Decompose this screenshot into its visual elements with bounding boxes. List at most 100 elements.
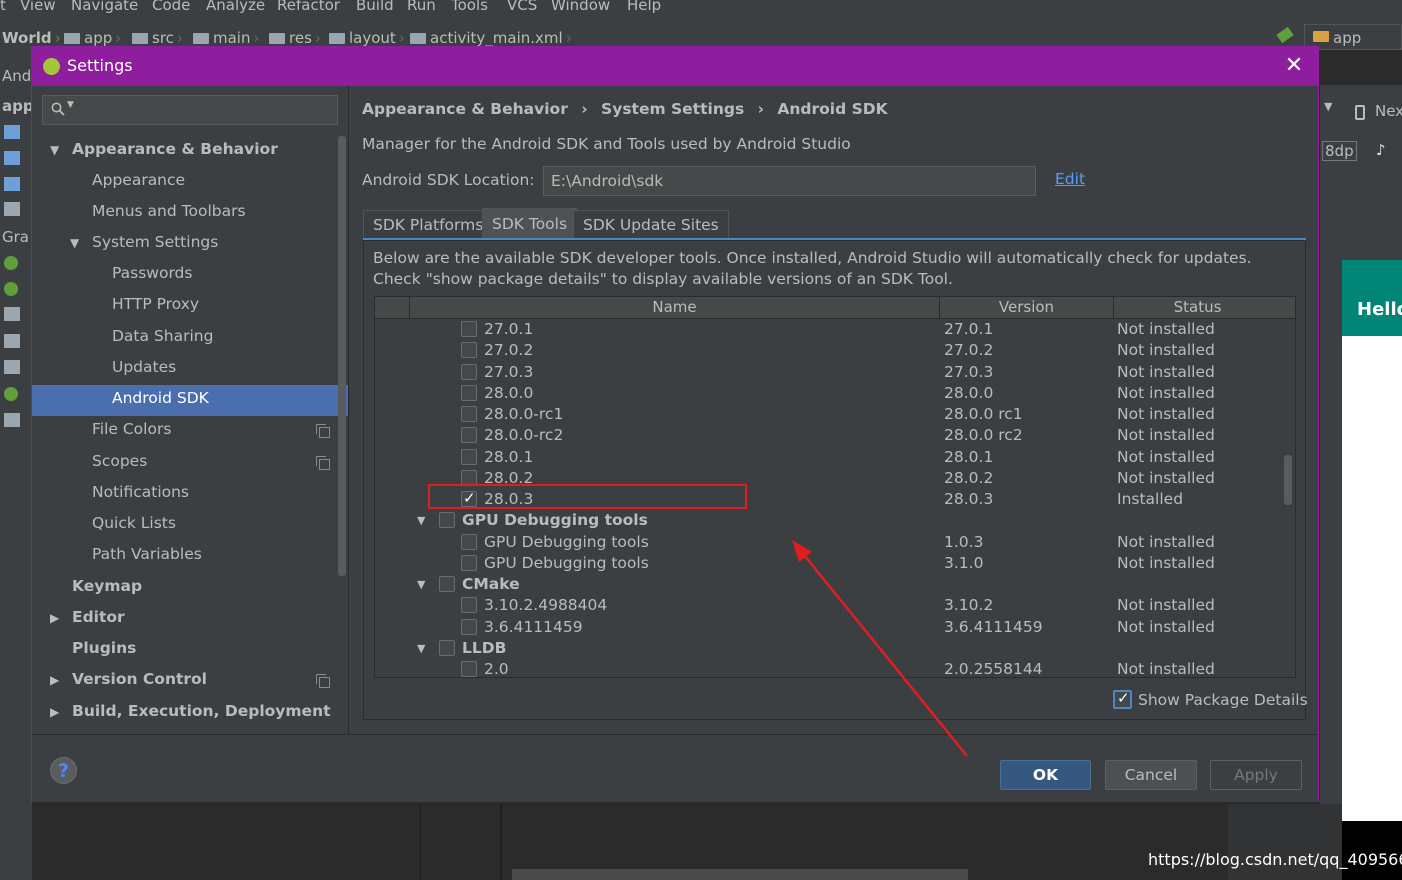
tree-item-plugins[interactable]: Plugins [72,633,136,664]
dialog-title-bar[interactable]: Settings ✕ [32,47,1318,86]
close-button[interactable]: ✕ [1282,54,1306,78]
menu-item-analyze[interactable]: Analyze [206,0,265,14]
project-node-icon[interactable] [4,334,20,348]
package-checkbox[interactable] [461,321,477,337]
menu-item-build[interactable]: Build [356,0,394,14]
package-checkbox[interactable] [461,384,477,401]
package-checkbox[interactable] [461,533,477,550]
project-panel-label[interactable]: Gra [2,228,29,246]
package-checkbox[interactable] [461,406,477,422]
tree-item-version-control[interactable]: Version Control [72,664,207,695]
group-expand-icon[interactable]: ▼ [417,574,425,595]
menu-item-navigate[interactable]: Navigate [71,0,138,14]
nav-breadcrumb-item[interactable]: app › [64,29,121,47]
project-node-icon[interactable] [4,177,20,191]
package-checkbox[interactable] [439,639,455,656]
nav-breadcrumb-item[interactable]: World › [2,29,61,47]
project-panel-label[interactable]: app [2,97,32,115]
expand-arrow-icon[interactable]: ▼ [70,236,79,250]
project-node-icon[interactable] [4,151,20,165]
table-row[interactable]: 3.10.2.4988404 3.10.2 Not installed [375,595,1280,616]
table-row[interactable]: 27.0.1 27.0.1 Not installed [375,319,1280,340]
nav-breadcrumb-item[interactable]: res › [269,29,321,47]
table-row[interactable]: 28.0.0-rc2 28.0.0 rc2 Not installed [375,425,1280,446]
menu-item-vcs[interactable]: VCS [507,0,537,14]
tree-item-http-proxy[interactable]: HTTP Proxy [112,289,199,320]
project-panel-label[interactable]: Andro [2,67,32,85]
tree-scrollbar[interactable] [338,136,346,576]
nav-breadcrumb-item[interactable]: layout › [329,29,405,47]
package-checkbox[interactable] [461,427,477,444]
tab-sdk-update-sites[interactable]: SDK Update Sites [573,210,729,238]
margin-value[interactable]: 8dp [1322,141,1357,161]
package-checkbox[interactable] [461,554,477,571]
menu-item-tools[interactable]: Tools [451,0,488,14]
tree-item-appearance-behavior[interactable]: Appearance & Behavior [72,134,278,165]
clear-constraints-icon[interactable]: ♪ [1376,141,1386,159]
tree-item-appearance[interactable]: Appearance [92,165,185,196]
edit-sdk-location-link[interactable]: Edit [1055,170,1085,188]
table-scrollbar-thumb[interactable] [1284,455,1292,505]
table-row[interactable]: GPU Debugging tools 3.1.0 Not installed [375,553,1280,574]
package-checkbox[interactable] [461,661,477,677]
show-package-details-label[interactable]: Show Package Details [1138,691,1308,709]
expand-arrow-icon[interactable]: ▼ [50,143,59,157]
nav-breadcrumb-item[interactable]: src › [132,29,183,47]
tree-item-build-execution-deployment[interactable]: Build, Execution, Deployment [72,696,331,727]
package-checkbox[interactable] [461,363,477,380]
table-row[interactable]: GPU Debugging tools 1.0.3 Not installed [375,532,1280,553]
ok-button[interactable]: OK [1000,760,1091,790]
table-group-row[interactable]: ▼ CMake [375,574,1280,595]
settings-search-input[interactable]: ▼ [42,95,338,125]
package-checkbox[interactable] [439,576,455,592]
device-icon[interactable] [1355,105,1365,120]
search-options-chevron-icon[interactable]: ▼ [67,100,74,110]
show-package-details-checkbox[interactable] [1113,689,1132,709]
table-group-row[interactable]: ▼ GPU Debugging tools [375,510,1280,531]
menu-item-run[interactable]: Run [407,0,436,14]
help-button[interactable]: ? [50,757,77,784]
device-label[interactable]: Nex [1375,102,1402,120]
tree-item-editor[interactable]: Editor [72,602,125,633]
table-group-row[interactable]: ▼ LLDB [375,638,1280,659]
collapse-arrow-icon[interactable]: ▶ [50,611,59,625]
tree-item-notifications[interactable]: Notifications [92,477,189,508]
package-checkbox[interactable] [461,342,477,359]
column-header-name[interactable]: Name [409,297,939,318]
nav-breadcrumb-item[interactable]: activity_main.xml › [410,29,572,47]
package-checkbox[interactable] [439,512,455,529]
project-node-icon[interactable] [4,307,20,321]
search-text[interactable] [79,99,333,121]
tree-item-scopes[interactable]: Scopes [92,446,147,477]
column-header-status[interactable]: Status [1113,297,1281,318]
table-row[interactable]: 28.0.0-rc1 28.0.0 rc1 Not installed [375,404,1280,425]
table-row[interactable]: 28.0.0 28.0.0 Not installed [375,383,1280,404]
table-row[interactable]: 27.0.2 27.0.2 Not installed [375,340,1280,361]
package-checkbox[interactable] [461,597,477,614]
tree-item-system-settings[interactable]: System Settings [92,227,218,258]
tree-item-data-sharing[interactable]: Data Sharing [112,321,213,352]
menu-item-help[interactable]: Help [627,0,661,14]
project-node-icon[interactable] [4,387,18,401]
editor-hscrollbar[interactable] [512,869,968,880]
table-row[interactable]: 28.0.1 28.0.1 Not installed [375,447,1280,468]
project-node-icon[interactable] [4,256,18,270]
dropdown-chevron-icon[interactable]: ▼ [1324,100,1332,113]
menu-item-window[interactable]: Window [551,0,610,14]
group-expand-icon[interactable]: ▼ [417,510,425,531]
table-scrollbar[interactable] [1280,319,1295,677]
nav-breadcrumb-item[interactable]: main › [193,29,259,47]
tree-item-keymap[interactable]: Keymap [72,571,142,602]
menu-item-t[interactable]: t [0,0,6,14]
package-checkbox[interactable] [461,618,477,635]
table-row[interactable]: 27.0.3 27.0.3 Not installed [375,362,1280,383]
group-expand-icon[interactable]: ▼ [417,638,425,659]
tree-item-android-sdk[interactable]: Android SDK [112,383,209,414]
project-node-icon[interactable] [4,413,20,427]
cancel-button[interactable]: Cancel [1105,760,1197,790]
tree-item-menus-and-toolbars[interactable]: Menus and Toolbars [92,196,246,227]
project-node-icon[interactable] [4,282,18,296]
project-node-icon[interactable] [4,202,20,216]
package-checkbox[interactable] [461,448,477,465]
project-node-icon[interactable] [4,360,20,374]
